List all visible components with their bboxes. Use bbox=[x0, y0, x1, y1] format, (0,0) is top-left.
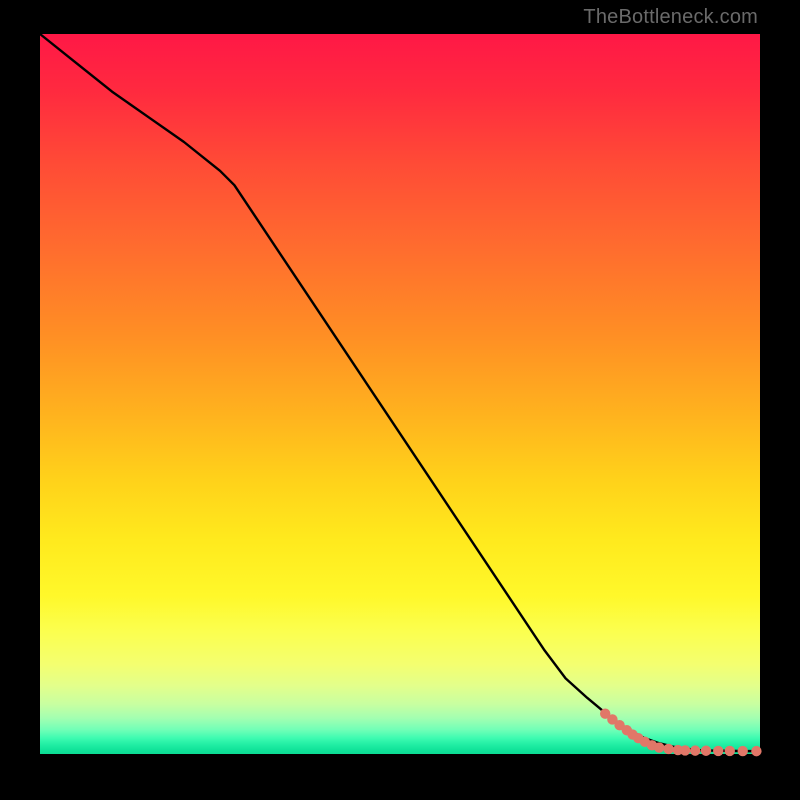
data-point bbox=[663, 744, 673, 754]
data-point bbox=[751, 746, 761, 756]
attribution-label: TheBottleneck.com bbox=[583, 6, 758, 29]
data-point bbox=[654, 742, 664, 752]
data-point bbox=[701, 746, 711, 756]
data-point bbox=[690, 745, 700, 755]
data-curve bbox=[40, 34, 760, 751]
data-point bbox=[713, 746, 723, 756]
data-point bbox=[738, 746, 748, 756]
data-point bbox=[680, 745, 690, 755]
chart-svg bbox=[40, 34, 760, 754]
plot-area bbox=[40, 34, 760, 754]
marker-group bbox=[600, 708, 762, 756]
chart-container: TheBottleneck.com bbox=[0, 0, 800, 800]
data-point bbox=[725, 746, 735, 756]
